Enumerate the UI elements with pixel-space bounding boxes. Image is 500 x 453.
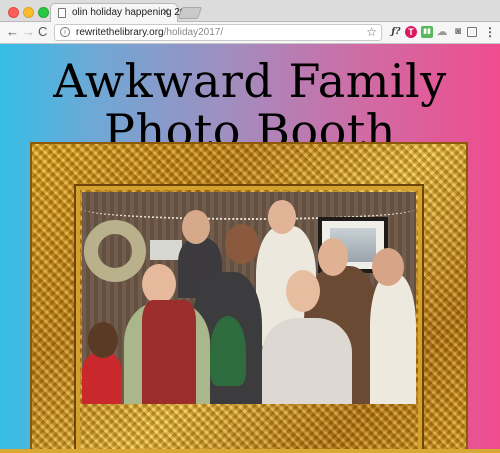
browser-menu-icon[interactable]: ⋮ xyxy=(484,26,496,38)
family-photo xyxy=(82,192,416,404)
frame-bottom-strip xyxy=(0,449,500,453)
close-window-button[interactable] xyxy=(8,7,19,18)
green-extension-icon[interactable]: ▮▮ xyxy=(421,26,433,38)
wreath-icon xyxy=(84,220,146,282)
window-extension-icon[interactable] xyxy=(467,27,477,37)
t-extension-icon[interactable]: T xyxy=(405,26,417,38)
reload-icon[interactable]: C xyxy=(38,25,47,39)
cloud-extension-icon[interactable]: ☁ xyxy=(436,26,448,38)
url-text[interactable]: rewritethelibrary.org/holiday2017/ xyxy=(76,27,223,38)
browser-tab[interactable]: olin holiday happening 2017 ✕ xyxy=(50,3,197,23)
back-arrow-icon[interactable]: ← xyxy=(6,25,19,39)
bookmark-star-icon[interactable]: ☆ xyxy=(366,25,377,39)
page-headline: Awkward Family Photo Booth xyxy=(53,54,447,158)
info-icon[interactable]: i xyxy=(60,27,70,37)
ornate-gold-frame xyxy=(30,142,468,453)
minimize-window-button[interactable] xyxy=(23,7,34,18)
address-bar[interactable]: i rewritethelibrary.org/holiday2017/ ☆ xyxy=(54,24,382,41)
tab-strip: olin holiday happening 2017 ✕ xyxy=(0,0,500,23)
maximize-window-button[interactable] xyxy=(38,7,49,18)
browser-toolbar: ← → C i rewritethelibrary.org/holiday201… xyxy=(0,22,500,44)
forward-arrow-icon[interactable]: → xyxy=(22,25,35,39)
camera-extension-icon[interactable]: ◙ xyxy=(452,26,464,38)
page-content: Awkward Family Photo Booth xyxy=(0,44,500,453)
tab-close-icon[interactable]: ✕ xyxy=(162,7,170,18)
new-tab-button[interactable] xyxy=(177,7,203,19)
formula-extension-icon[interactable]: ƒ? xyxy=(390,26,402,38)
lamp-icon xyxy=(150,240,182,260)
page-icon xyxy=(58,8,66,18)
